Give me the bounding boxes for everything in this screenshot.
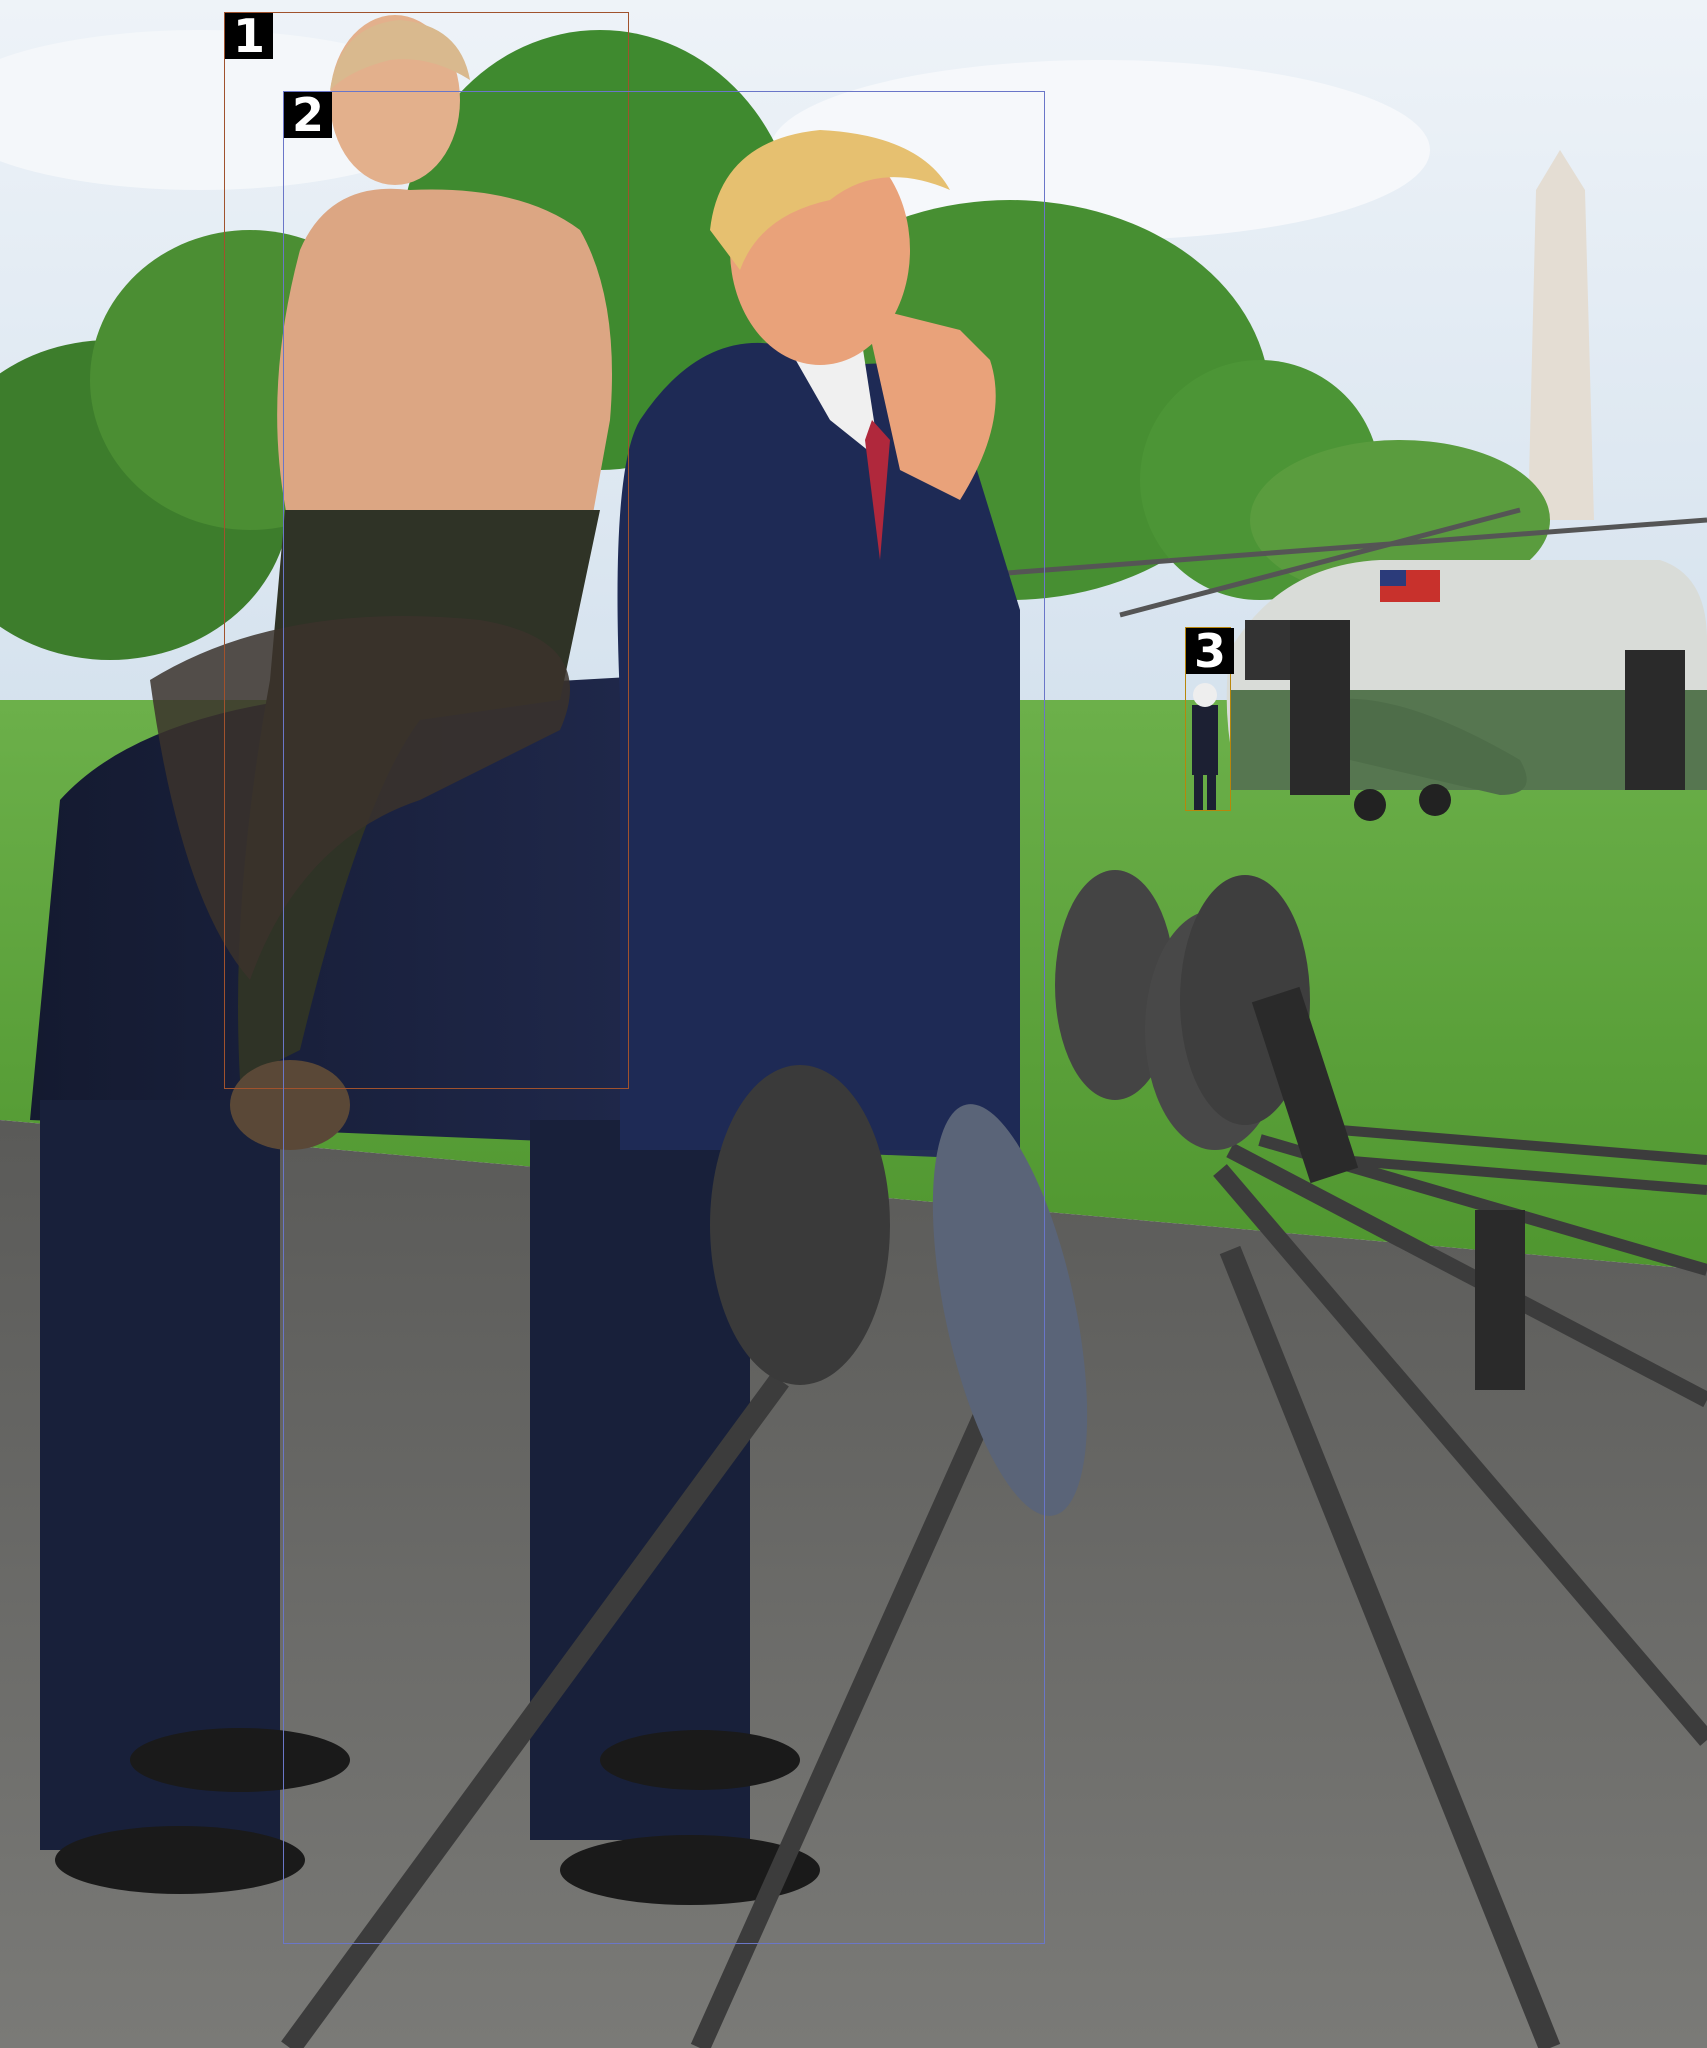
photo-scene — [0, 0, 1707, 2048]
monument — [1528, 150, 1594, 520]
